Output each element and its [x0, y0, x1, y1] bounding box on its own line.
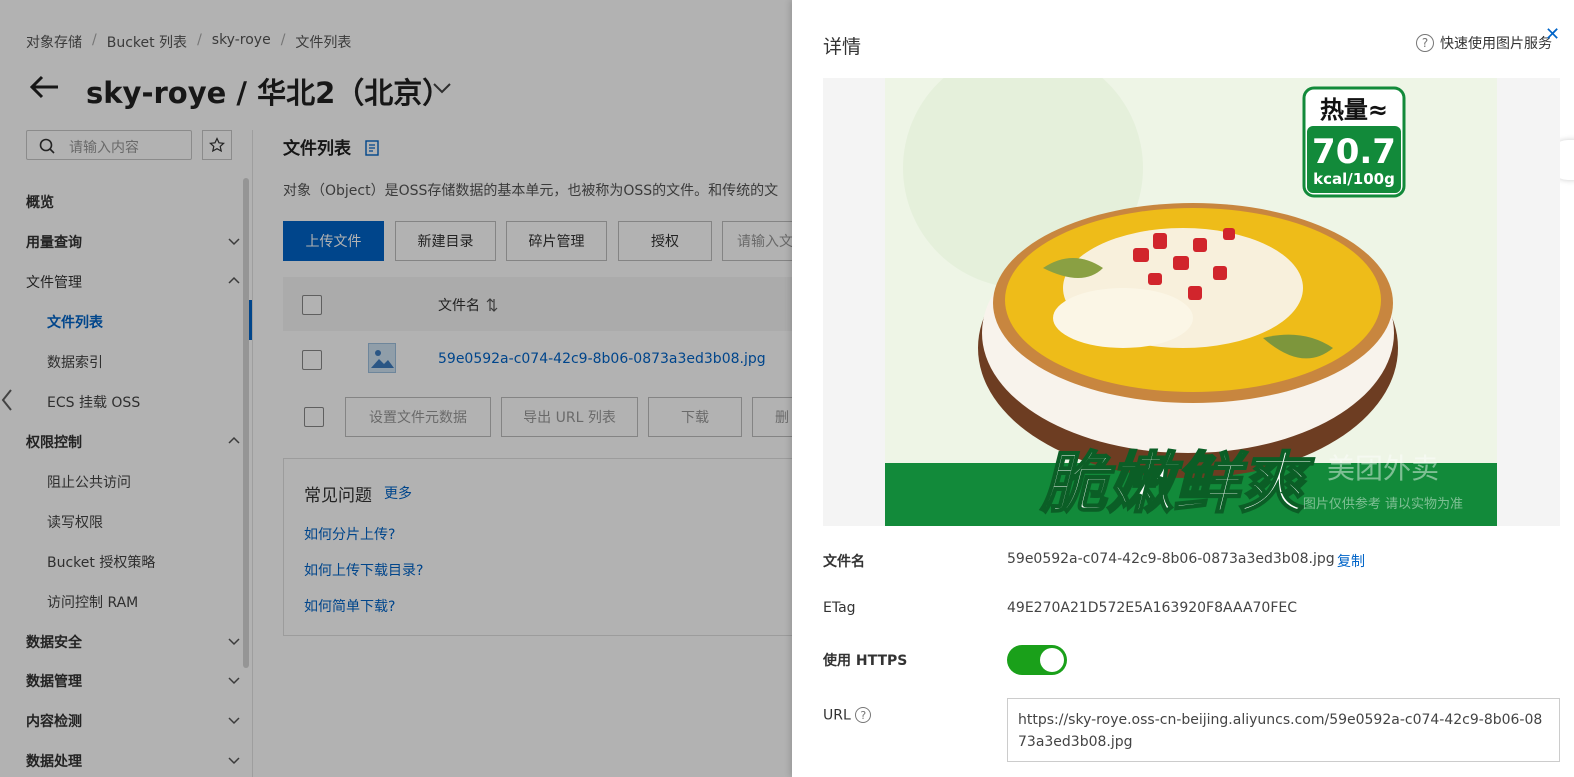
toggle-knob — [1040, 648, 1064, 672]
filename-label: 文件名 — [823, 554, 865, 570]
copy-link[interactable]: 复制 — [1337, 551, 1365, 571]
help-text: 快速使用图片服务 — [1440, 36, 1552, 52]
calorie-badge-value: 70.7 — [1312, 132, 1396, 172]
calorie-badge: 热量≈ 70.7 kcal/100g — [1302, 86, 1406, 198]
image-banner-text: 脆嫩鲜爽 — [1040, 445, 1315, 522]
https-label: 使用 HTTPS — [823, 653, 908, 669]
calorie-badge-unit: kcal/100g — [1313, 170, 1395, 188]
close-icon[interactable]: ✕ — [1545, 24, 1560, 45]
calorie-badge-title: 热量≈ — [1320, 96, 1388, 124]
image-disclaimer: 图片仅供参考 请以实物为准 — [1303, 496, 1463, 512]
url-help-icon[interactable]: ? — [855, 707, 872, 723]
url-textarea[interactable]: https://sky-roye.oss-cn-beijing.aliyuncs… — [1007, 698, 1560, 762]
url-label-text: URL — [823, 707, 851, 724]
https-toggle[interactable] — [1007, 645, 1067, 675]
drawer-title: 详情 — [823, 36, 862, 58]
modal-overlay[interactable] — [0, 0, 792, 777]
filename-value: 59e0592a-c074-42c9-8b06-0873a3ed3b08.jpg — [1007, 551, 1335, 567]
url-label: URL ? — [823, 707, 872, 724]
question-icon: ? — [1416, 34, 1434, 52]
etag-value: 49E270A21D572E5A163920F8AAA70FEC — [1007, 600, 1298, 616]
image-watermark: 美团外卖 — [1327, 452, 1439, 485]
collapse-left-icon[interactable] — [0, 388, 14, 418]
image-preview: 热量≈ 70.7 kcal/100g 脆嫩鲜爽 美团外卖 图片仅供参考 请以实物… — [823, 48, 1560, 526]
image-service-help-link[interactable]: ? 快速使用图片服务 — [1416, 33, 1552, 53]
etag-label: ETag — [823, 600, 856, 616]
